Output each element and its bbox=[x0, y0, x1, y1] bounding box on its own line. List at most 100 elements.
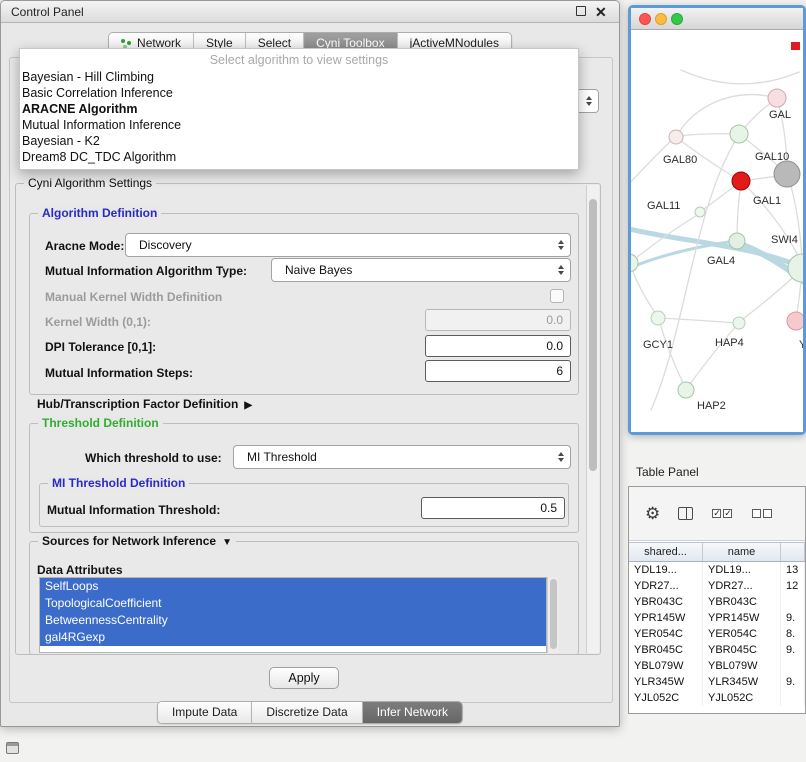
network-node[interactable] bbox=[669, 130, 683, 144]
network-edge[interactable] bbox=[681, 70, 799, 84]
node-label: GAL80 bbox=[663, 154, 697, 166]
window-title: Control Panel bbox=[11, 5, 84, 19]
network-node[interactable] bbox=[651, 311, 665, 325]
table-row[interactable]: YPR145WYPR145W9. bbox=[629, 610, 805, 626]
table-cell: 9. bbox=[781, 610, 805, 626]
attribute-item-betweennesscentrality[interactable]: BetweennessCentrality bbox=[40, 612, 546, 629]
aracne-mode-select[interactable]: Discovery bbox=[125, 233, 571, 257]
table-row[interactable]: YDL19...YDL19...13 bbox=[629, 562, 805, 578]
close-traffic-light-icon[interactable] bbox=[639, 13, 651, 25]
table-body: YDL19...YDL19...13YDR27...YDR27...12YBR0… bbox=[629, 562, 805, 713]
which-threshold-select[interactable]: MI Threshold bbox=[233, 445, 571, 469]
network-node[interactable] bbox=[732, 172, 750, 190]
network-edge[interactable] bbox=[659, 318, 737, 323]
table-cell: 12 bbox=[781, 578, 805, 594]
network-node[interactable] bbox=[729, 233, 745, 249]
columns-icon[interactable] bbox=[678, 507, 693, 520]
network-edge[interactable] bbox=[687, 325, 737, 388]
node-label: Y bbox=[799, 339, 803, 351]
column-header[interactable]: shared... bbox=[629, 543, 703, 561]
sources-toggle[interactable]: Sources for Network Inference▼ bbox=[38, 534, 236, 548]
node-label: GAL11 bbox=[647, 200, 680, 212]
network-edge[interactable] bbox=[651, 138, 737, 410]
table-header-row: shared...name bbox=[629, 542, 805, 562]
network-node[interactable] bbox=[774, 161, 800, 187]
network-edge[interactable] bbox=[700, 183, 739, 212]
mi-algorithm-type-label: Mutual Information Algorithm Type: bbox=[45, 264, 247, 278]
close-window-icon[interactable]: ✕ bbox=[595, 5, 607, 19]
bottom-tab-impute-data[interactable]: Impute Data bbox=[158, 702, 251, 723]
table-row[interactable]: YER054CYER054C8. bbox=[629, 626, 805, 642]
table-row[interactable]: YBR045CYBR045C9. bbox=[629, 642, 805, 658]
dpi-tolerance-field[interactable]: 0.0 bbox=[425, 335, 571, 357]
network-canvas[interactable]: GALGAL80GAL10GAL1GAL11SWI4GAL4GCY1HAP4YH… bbox=[631, 30, 803, 432]
attribute-item-selfloops[interactable]: SelfLoops bbox=[40, 578, 546, 595]
network-edge[interactable] bbox=[631, 264, 658, 317]
network-node[interactable] bbox=[788, 254, 803, 282]
table-panel-title: Table Panel bbox=[636, 465, 699, 479]
attributes-list-scrollbar[interactable] bbox=[547, 577, 559, 653]
attribute-item-topologicalcoefficient[interactable]: TopologicalCoefficient bbox=[40, 595, 546, 612]
table-row[interactable]: YJL052CYJL052C bbox=[629, 690, 805, 706]
table-cell: YBR045C bbox=[703, 642, 781, 658]
network-node[interactable] bbox=[678, 382, 694, 398]
bottom-tab-discretize-data[interactable]: Discretize Data bbox=[251, 702, 361, 723]
attribute-item-gal4rgexp[interactable]: gal4RGexp bbox=[40, 629, 546, 646]
combo-value: Naive Bayes bbox=[285, 263, 352, 277]
zoom-traffic-light-icon[interactable] bbox=[671, 13, 683, 25]
minimize-traffic-light-icon[interactable] bbox=[655, 13, 667, 25]
table-row[interactable]: YDR27...YDR27...12 bbox=[629, 578, 805, 594]
network-node[interactable] bbox=[730, 125, 748, 143]
manual-kernel-width-checkbox[interactable] bbox=[550, 289, 564, 303]
table-cell: YBL079W bbox=[629, 658, 703, 674]
float-window-icon[interactable] bbox=[576, 6, 586, 16]
dropdown-option-dream8-dc-tdc-algorithm[interactable]: Dream8 DC_TDC Algorithm bbox=[20, 149, 578, 165]
table-cell: YDR27... bbox=[629, 578, 703, 594]
network-node[interactable] bbox=[695, 207, 705, 217]
network-window-titlebar[interactable] bbox=[631, 8, 803, 30]
dropdown-option-basic-correlation-inference[interactable]: Basic Correlation Inference bbox=[20, 85, 578, 101]
network-icon bbox=[121, 38, 132, 49]
network-edge[interactable] bbox=[788, 175, 802, 266]
settings-scrollbar-thumb[interactable] bbox=[589, 199, 597, 471]
table-cell: 9. bbox=[781, 674, 805, 690]
mi-algorithm-type-select[interactable]: Naive Bayes bbox=[271, 258, 571, 282]
checked-box-icon bbox=[723, 509, 732, 518]
table-cell: YLR345W bbox=[703, 674, 781, 690]
stepper-icon bbox=[558, 452, 564, 462]
dropdown-option-aracne-algorithm[interactable]: ARACNE Algorithm bbox=[20, 101, 578, 117]
column-header[interactable]: name bbox=[703, 543, 781, 561]
dropdown-option-bayesian-k2[interactable]: Bayesian - K2 bbox=[20, 133, 578, 149]
attributes-scrollbar-thumb[interactable] bbox=[550, 579, 557, 649]
table-row[interactable]: YLR345WYLR345W9. bbox=[629, 674, 805, 690]
bottom-tab-infer-network[interactable]: Infer Network bbox=[362, 702, 462, 723]
control-panel-titlebar[interactable]: Control Panel ✕ bbox=[1, 1, 619, 23]
settings-scrollbar[interactable] bbox=[586, 185, 599, 653]
select-all-icon[interactable] bbox=[711, 509, 733, 518]
mi-steps-field[interactable]: 6 bbox=[425, 360, 571, 382]
table-cell: YER054C bbox=[629, 626, 703, 642]
column-header[interactable] bbox=[781, 543, 805, 561]
select-none-icon[interactable] bbox=[751, 509, 773, 518]
network-node[interactable] bbox=[733, 317, 745, 329]
network-edge[interactable] bbox=[678, 95, 777, 134]
table-row[interactable]: YBR043CYBR043C bbox=[629, 594, 805, 610]
network-node[interactable] bbox=[768, 89, 786, 107]
network-node[interactable] bbox=[787, 312, 803, 330]
checked-box-icon bbox=[712, 509, 721, 518]
data-attributes-list[interactable]: SelfLoopsTopologicalCoefficientBetweenne… bbox=[39, 577, 547, 653]
dropdown-option-bayesian-hill-climbing[interactable]: Bayesian - Hill Climbing bbox=[20, 69, 578, 85]
gear-icon[interactable]: ⚙ bbox=[645, 504, 660, 524]
table-row[interactable]: YBL079WYBL079W bbox=[629, 658, 805, 674]
dropdown-placeholder: Select algorithm to view settings bbox=[20, 52, 578, 69]
table-toolbar: ⚙ bbox=[629, 487, 805, 541]
apply-button[interactable]: Apply bbox=[269, 667, 339, 689]
which-threshold-label: Which threshold to use: bbox=[85, 451, 222, 465]
minimized-panel-icon[interactable] bbox=[6, 742, 19, 754]
hub-definition-toggle[interactable]: Hub/Transcription Factor Definition▶ bbox=[37, 397, 252, 411]
mi-threshold-field[interactable]: 0.5 bbox=[421, 497, 565, 519]
network-edge[interactable] bbox=[677, 134, 738, 136]
network-edge[interactable] bbox=[737, 182, 741, 240]
kernel-width-field[interactable]: 0.0 bbox=[425, 309, 571, 331]
dropdown-option-mutual-information-inference[interactable]: Mutual Information Inference bbox=[20, 117, 578, 133]
